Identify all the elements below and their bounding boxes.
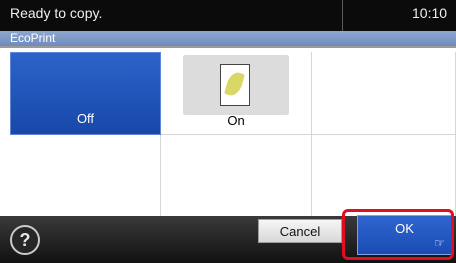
status-separator (342, 0, 343, 31)
option-grid: Off On (0, 46, 456, 218)
help-icon[interactable]: ? (10, 225, 40, 255)
page-title: EcoPrint (10, 31, 56, 45)
off-option-button[interactable]: Off (10, 52, 161, 135)
empty-option-slot (312, 52, 456, 135)
on-option-label: On (227, 113, 245, 128)
on-option-button[interactable]: On (161, 52, 312, 135)
document-icon (220, 64, 250, 106)
empty-option-slot (312, 135, 456, 218)
empty-option-slot (161, 135, 312, 218)
ok-button-label: OK (395, 221, 414, 236)
leaf-icon (224, 70, 245, 98)
title-bar: EcoPrint (0, 31, 456, 46)
status-bar: Ready to copy. 10:10 (0, 0, 456, 31)
clock: 10:10 (412, 5, 448, 21)
cancel-button[interactable]: Cancel (258, 219, 342, 243)
status-message: Ready to copy. (10, 5, 103, 21)
empty-option-slot (10, 135, 161, 218)
ok-button[interactable]: OK ☞ (357, 215, 452, 255)
eco-leaf-document-icon (183, 55, 289, 115)
off-option-label: Off (76, 111, 95, 126)
hand-cursor-icon: ☞ (434, 236, 445, 250)
cancel-button-label: Cancel (279, 224, 321, 239)
